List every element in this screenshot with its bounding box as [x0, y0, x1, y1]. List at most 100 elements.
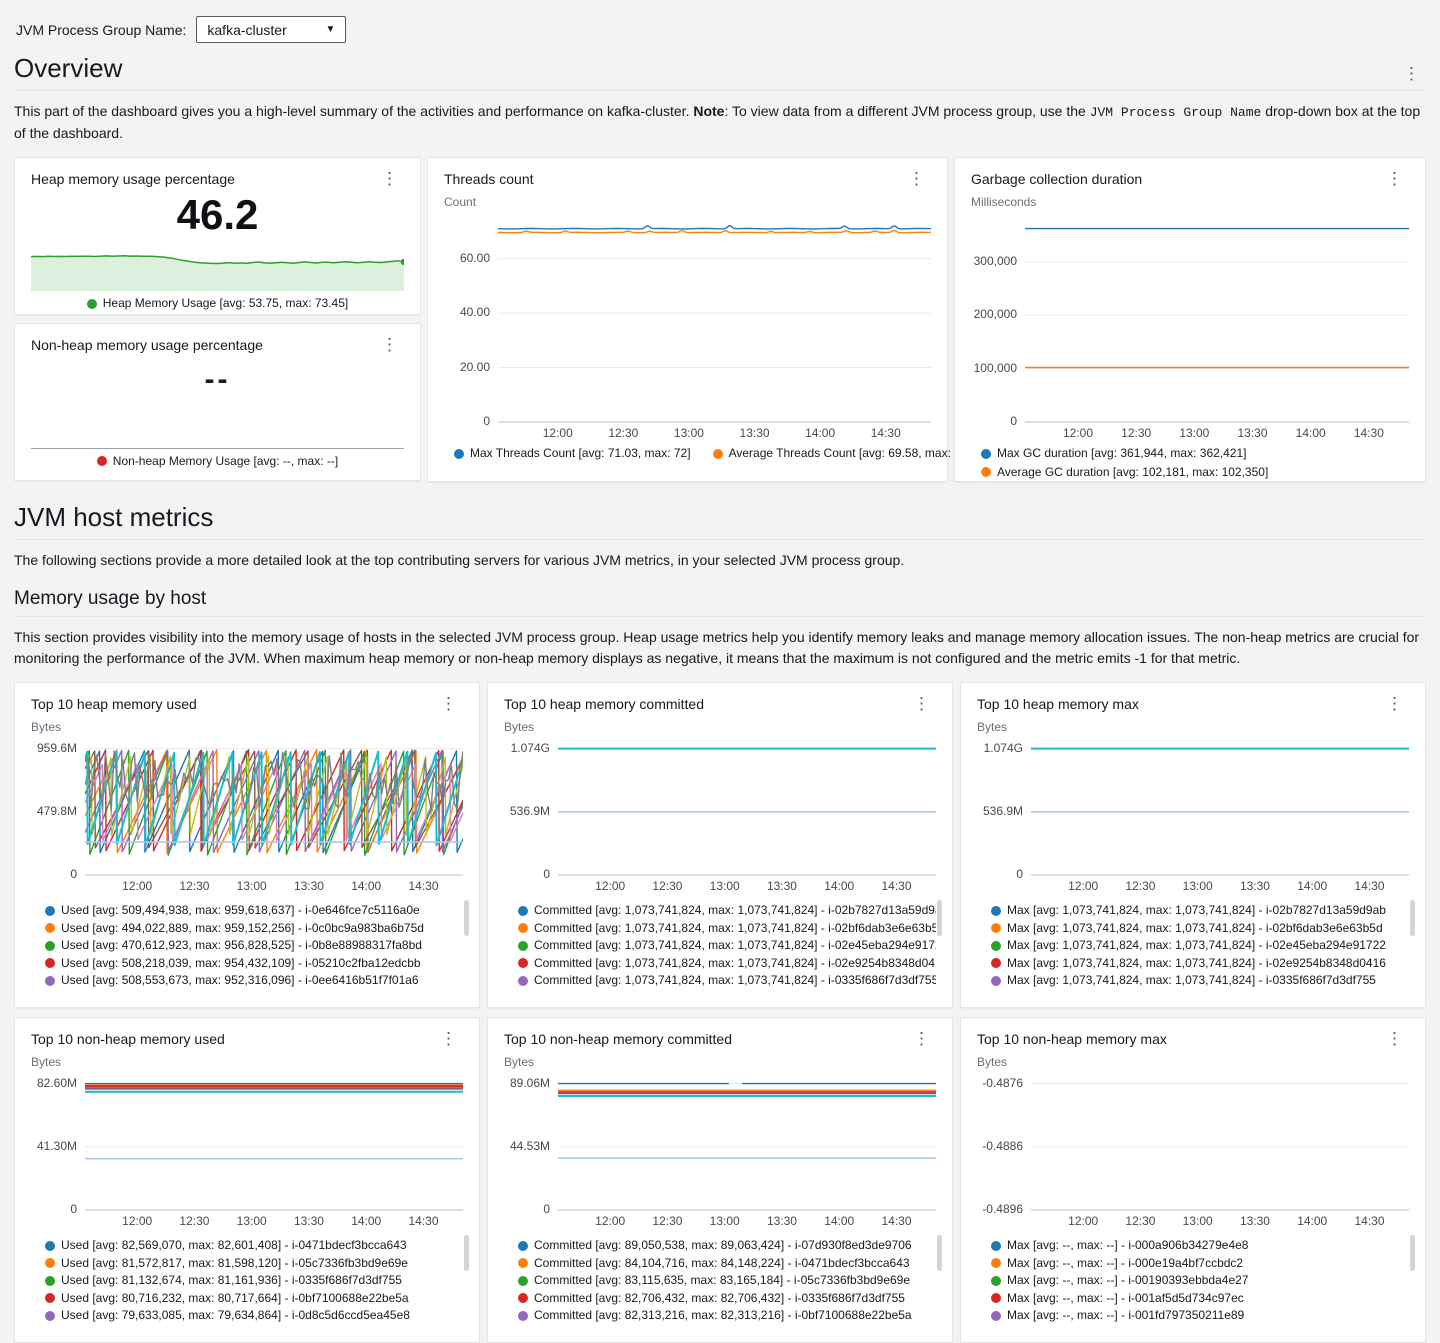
- legend-scrollbar[interactable]: [1410, 1235, 1415, 1271]
- legend-item[interactable]: Non-heap Memory Usage [avg: --, max: --]: [97, 453, 338, 471]
- y-tick-label: 300,000: [974, 254, 1017, 268]
- legend-item[interactable]: Committed [avg: 1,073,741,824, max: 1,07…: [518, 972, 936, 990]
- y-axis-labels: 89.06M44.53M0: [504, 1073, 558, 1211]
- x-tick-label: 12:30: [179, 1214, 209, 1228]
- host-legend: Max [avg: 1,073,741,824, max: 1,073,741,…: [977, 902, 1409, 993]
- card-menu-button[interactable]: ⋮: [375, 334, 404, 355]
- legend-item[interactable]: Used [avg: 492,983,957, max: 948,799,874…: [45, 990, 463, 994]
- legend-item[interactable]: Max [avg: 1,073,741,824, max: 1,073,741,…: [991, 937, 1409, 955]
- legend-item[interactable]: Used [avg: 509,494,938, max: 959,618,637…: [45, 902, 463, 920]
- legend-item[interactable]: Used [avg: 508,218,039, max: 954,432,109…: [45, 955, 463, 973]
- legend-item[interactable]: Max [avg: --, max: --] - i-00190393ebbda…: [991, 1272, 1409, 1290]
- legend-label: Used [avg: 74,937,752, max: 74,970,424] …: [61, 1325, 405, 1329]
- legend-item[interactable]: Max Threads Count [avg: 71.03, max: 72]: [454, 445, 691, 463]
- dropdown-caret-icon: ▼: [325, 24, 335, 35]
- legend-color-dot: [991, 1276, 1001, 1286]
- legend-item[interactable]: Max [avg: --, max: --] - i-00010f07b4b4d…: [991, 1325, 1409, 1329]
- legend-color-dot: [45, 923, 55, 933]
- legend-item[interactable]: Committed [avg: 1,073,741,824, max: 1,07…: [518, 990, 936, 994]
- x-tick-label: 14:30: [1354, 426, 1384, 440]
- legend-item[interactable]: Committed [avg: 82,706,432, max: 82,706,…: [518, 1290, 936, 1308]
- legend-item[interactable]: Max [avg: 1,073,741,824, max: 1,073,741,…: [991, 972, 1409, 990]
- chart-plot[interactable]: [498, 213, 931, 423]
- legend-item[interactable]: Committed [avg: 1,073,741,824, max: 1,07…: [518, 902, 936, 920]
- legend-item[interactable]: Committed [avg: 1,073,741,824, max: 1,07…: [518, 955, 936, 973]
- x-tick-label: 13:00: [1183, 879, 1213, 893]
- y-tick-label: 0: [483, 414, 490, 428]
- legend-item[interactable]: Used [avg: 81,572,817, max: 81,598,120] …: [45, 1255, 463, 1273]
- legend-item[interactable]: Max GC duration [avg: 361,944, max: 362,…: [981, 445, 1409, 463]
- legend-item[interactable]: Max [avg: 1,073,741,824, max: 1,073,741,…: [991, 955, 1409, 973]
- x-tick-label: 13:00: [710, 879, 740, 893]
- chart-plot[interactable]: [1031, 1073, 1409, 1211]
- legend-item[interactable]: Max [avg: --, max: --] - i-001fd79735021…: [991, 1307, 1409, 1325]
- heap-usage-sparkline[interactable]: [31, 243, 404, 291]
- legend-item[interactable]: Average GC duration [avg: 102,181, max: …: [981, 464, 1409, 482]
- legend-item[interactable]: Heap Memory Usage [avg: 53.75, max: 73.4…: [87, 295, 348, 313]
- legend-color-dot: [45, 1258, 55, 1268]
- legend-item[interactable]: Used [avg: 80,716,232, max: 80,717,664] …: [45, 1290, 463, 1308]
- card-menu-button[interactable]: ⋮: [907, 1028, 936, 1049]
- legend-label: Committed [avg: 1,073,741,824, max: 1,07…: [534, 902, 936, 920]
- gc-duration-card: Garbage collection duration ⋮ Millisecon…: [954, 157, 1426, 482]
- legend-item[interactable]: Committed [avg: 1,073,741,824, max: 1,07…: [518, 937, 936, 955]
- legend-item[interactable]: Committed [avg: 82,313,216, max: 82,313,…: [518, 1307, 936, 1325]
- legend-item[interactable]: Committed [avg: 81,984,948, max: 81,984,…: [518, 1325, 936, 1329]
- chart-svg: [558, 1073, 936, 1211]
- legend-color-dot: [45, 976, 55, 986]
- chart-plot[interactable]: [1031, 738, 1409, 876]
- card-menu-button[interactable]: ⋮: [902, 168, 931, 189]
- legend-item[interactable]: Used [avg: 508,553,673, max: 952,316,096…: [45, 972, 463, 990]
- legend-scrollbar[interactable]: [464, 1235, 469, 1271]
- chart-plot[interactable]: [85, 738, 463, 876]
- legend-item[interactable]: Max [avg: 1,073,741,824, max: 1,073,741,…: [991, 920, 1409, 938]
- legend-color-dot: [991, 906, 1001, 916]
- x-tick-label: 12:00: [1068, 879, 1098, 893]
- y-tick-label: -0.4886: [982, 1139, 1023, 1153]
- legend-label: Committed [avg: 1,073,741,824, max: 1,07…: [534, 955, 936, 973]
- legend-scrollbar[interactable]: [1410, 900, 1415, 936]
- card-menu-button[interactable]: ⋮: [1380, 1028, 1409, 1049]
- legend-item[interactable]: Used [avg: 494,022,889, max: 959,152,256…: [45, 920, 463, 938]
- overview-title: Overview: [14, 53, 122, 84]
- card-menu-button[interactable]: ⋮: [1380, 693, 1409, 714]
- threads-count-card: Threads count ⋮ Count 60.0040.0020.000 1…: [427, 157, 948, 482]
- chart-svg: [558, 738, 936, 876]
- legend-item[interactable]: Committed [avg: 83,115,635, max: 83,165,…: [518, 1272, 936, 1290]
- legend-item[interactable]: Used [avg: 79,633,085, max: 79,634,864] …: [45, 1307, 463, 1325]
- x-tick-label: 12:00: [543, 426, 573, 440]
- legend-item[interactable]: Max [avg: 1,073,741,824, max: 1,073,741,…: [991, 990, 1409, 994]
- legend-scrollbar[interactable]: [464, 900, 469, 936]
- legend-item[interactable]: Committed [avg: 1,073,741,824, max: 1,07…: [518, 920, 936, 938]
- chart-plot[interactable]: [1025, 213, 1409, 423]
- process-group-select[interactable]: kafka-cluster ▼: [196, 16, 346, 43]
- x-tick-label: 13:00: [237, 879, 267, 893]
- x-tick-label: 12:30: [652, 1214, 682, 1228]
- card-menu-button[interactable]: ⋮: [375, 168, 404, 189]
- chart-plot[interactable]: [558, 1073, 936, 1211]
- legend-item[interactable]: Max [avg: --, max: --] - i-000e19a4bf7cc…: [991, 1255, 1409, 1273]
- card-menu-button[interactable]: ⋮: [434, 693, 463, 714]
- card-menu-button[interactable]: ⋮: [907, 693, 936, 714]
- legend-item[interactable]: Used [avg: 82,569,070, max: 82,601,408] …: [45, 1237, 463, 1255]
- card-menu-button[interactable]: ⋮: [1380, 168, 1409, 189]
- legend-scrollbar[interactable]: [937, 900, 942, 936]
- overview-menu-button[interactable]: ⋮: [1397, 63, 1426, 84]
- legend-item[interactable]: Max [avg: --, max: --] - i-001af5d5d734c…: [991, 1290, 1409, 1308]
- legend-item[interactable]: Max [avg: 1,073,741,824, max: 1,073,741,…: [991, 902, 1409, 920]
- chart-plot[interactable]: [85, 1073, 463, 1211]
- legend-color-dot: [518, 958, 528, 968]
- gc-legend: Max GC duration [avg: 361,944, max: 362,…: [971, 445, 1409, 481]
- legend-item[interactable]: Committed [avg: 89,050,538, max: 89,063,…: [518, 1237, 936, 1255]
- legend-item[interactable]: Max [avg: --, max: --] - i-000a906b34279…: [991, 1237, 1409, 1255]
- legend-item[interactable]: Used [avg: 81,132,674, max: 81,161,936] …: [45, 1272, 463, 1290]
- legend-item[interactable]: Used [avg: 74,937,752, max: 74,970,424] …: [45, 1325, 463, 1329]
- legend-item[interactable]: Average Threads Count [avg: 69.58, max: …: [713, 445, 981, 463]
- card-menu-button[interactable]: ⋮: [434, 1028, 463, 1049]
- legend-item[interactable]: Committed [avg: 84,104,716, max: 84,148,…: [518, 1255, 936, 1273]
- legend-item[interactable]: Used [avg: 470,612,923, max: 956,828,525…: [45, 937, 463, 955]
- legend-scrollbar[interactable]: [937, 1235, 942, 1271]
- legend-color-dot: [518, 1276, 528, 1286]
- legend-label: Max [avg: 1,073,741,824, max: 1,073,741,…: [1007, 902, 1386, 920]
- chart-plot[interactable]: [558, 738, 936, 876]
